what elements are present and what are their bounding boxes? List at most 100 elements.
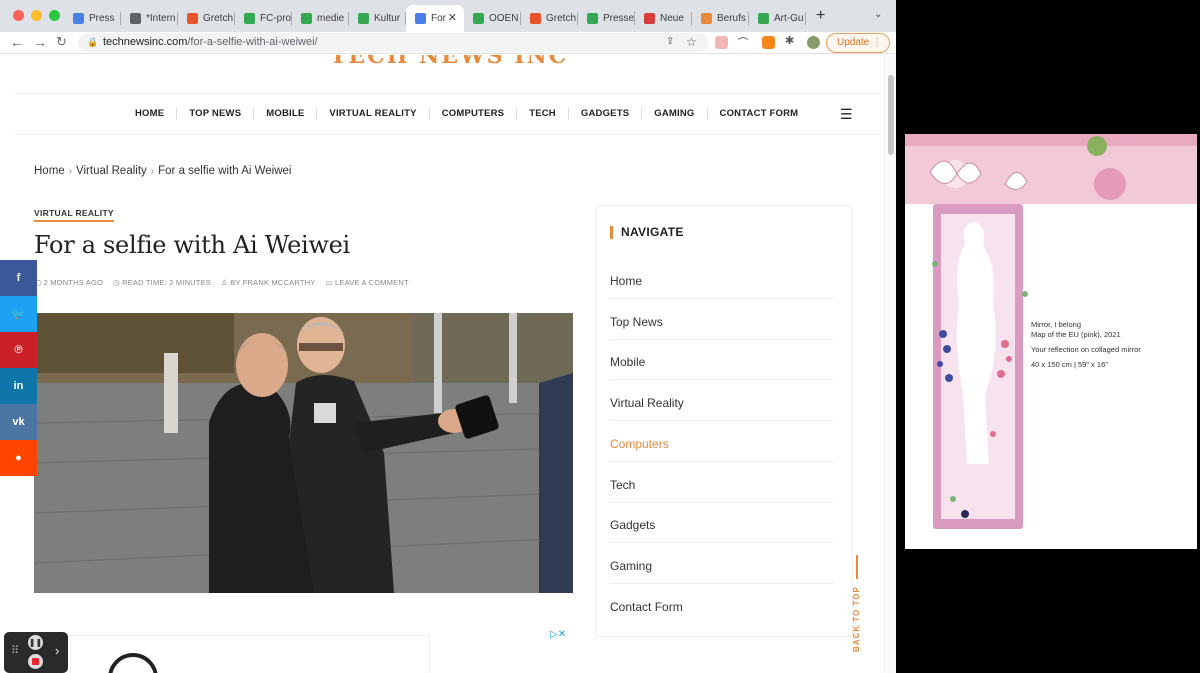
sidebar-item-home[interactable]: Home bbox=[610, 274, 834, 288]
nav-item[interactable]: HOME bbox=[123, 108, 178, 120]
sidebar-item-gaming[interactable]: Gaming bbox=[610, 559, 834, 573]
comment-icon: ▭ bbox=[325, 278, 336, 287]
featured-image bbox=[34, 313, 573, 593]
hamburger-menu-icon[interactable]: ☰ bbox=[840, 106, 853, 123]
puzzle-extensions-icon[interactable]: ✱ bbox=[785, 34, 798, 47]
selfie-photo bbox=[34, 313, 573, 593]
extension-icon[interactable] bbox=[715, 36, 728, 49]
tab-favicon-icon bbox=[358, 13, 369, 24]
browser-tab[interactable]: medie bbox=[292, 5, 349, 32]
tab-label: Berufs bbox=[717, 13, 746, 24]
extension-icon[interactable]: ⌒ bbox=[738, 34, 751, 49]
update-button[interactable]: Update ⋮ bbox=[826, 33, 890, 53]
sidebar-item-contact-form[interactable]: Contact Form bbox=[610, 600, 834, 614]
browser-tab[interactable]: Gretch bbox=[178, 5, 235, 32]
sidebar-item-top-news[interactable]: Top News bbox=[610, 315, 834, 329]
tab-label: Press bbox=[89, 13, 115, 24]
back-to-top-line bbox=[856, 555, 858, 579]
tab-search-icon[interactable]: ⌄ bbox=[874, 9, 882, 20]
nav-item[interactable]: GADGETS bbox=[569, 108, 643, 120]
back-to-top-button[interactable]: BACK TO TOP bbox=[852, 586, 861, 652]
browser-tab[interactable]: OOEN bbox=[464, 5, 521, 32]
facebook-icon[interactable]: f bbox=[0, 260, 37, 296]
browser-tab[interactable]: Art-Gu bbox=[749, 5, 806, 32]
close-window-button[interactable] bbox=[13, 10, 24, 21]
browser-tab[interactable]: Press bbox=[64, 5, 121, 32]
stop-button[interactable] bbox=[28, 654, 43, 669]
tab-label: FC-pro bbox=[260, 13, 292, 24]
tab-label: For bbox=[431, 13, 446, 24]
tab-favicon-icon bbox=[530, 13, 541, 24]
breadcrumb-category[interactable]: Virtual Reality bbox=[76, 165, 147, 177]
reload-icon[interactable]: ↻ bbox=[56, 34, 67, 50]
category-badge[interactable]: VIRTUAL REALITY bbox=[34, 208, 114, 222]
post-title: For a selfie with Ai Weiwei bbox=[34, 231, 350, 259]
breadcrumb-home[interactable]: Home bbox=[34, 165, 65, 177]
toolbar: ← → ↻ 🔒 technewsinc.com/for-a-selfie-wit… bbox=[0, 32, 896, 54]
metamask-icon[interactable] bbox=[762, 36, 775, 49]
sidebar-item-tech[interactable]: Tech bbox=[610, 478, 834, 492]
sidebar-item-gadgets[interactable]: Gadgets bbox=[610, 518, 834, 532]
close-tab-icon[interactable]: ✕ bbox=[448, 11, 457, 24]
artwork-title: Mirror, I belong bbox=[1031, 320, 1082, 329]
tab-separator bbox=[805, 12, 806, 25]
browser-tab[interactable]: Presse bbox=[578, 5, 635, 32]
page-scrollbar[interactable] bbox=[884, 55, 896, 673]
sidebar-divider bbox=[610, 460, 834, 462]
browser-tab[interactable]: Gretch bbox=[521, 5, 578, 32]
artwork-subtitle: Map of the EU (pink), 2021 bbox=[1031, 330, 1121, 339]
twitter-icon[interactable]: 🐦 bbox=[0, 296, 37, 332]
browser-tab[interactable]: Kultur bbox=[349, 5, 406, 32]
main-navigation: HOME TOP NEWS MOBILE VIRTUAL REALITY COMPUTE… bbox=[15, 93, 881, 135]
nav-item[interactable]: GAMING bbox=[642, 108, 708, 120]
tab-label: Neue bbox=[660, 13, 684, 24]
adchoices-icon[interactable]: ▷✕ bbox=[550, 629, 566, 640]
nav-item[interactable]: VIRTUAL REALITY bbox=[317, 108, 430, 120]
scrollbar-thumb[interactable] bbox=[888, 75, 894, 155]
browser-tab[interactable]: Neue bbox=[635, 5, 692, 32]
browser-tab[interactable]: Berufs bbox=[692, 5, 749, 32]
expand-chevron-icon[interactable]: › bbox=[55, 643, 59, 658]
tab-label: Art-Gu bbox=[774, 13, 804, 24]
address-bar[interactable]: 🔒 technewsinc.com/for-a-selfie-with-ai-w… bbox=[78, 33, 708, 52]
vk-icon[interactable]: vk bbox=[0, 404, 37, 440]
nav-item[interactable]: COMPUTERS bbox=[430, 108, 518, 120]
sidebar-item-virtual-reality[interactable]: Virtual Reality bbox=[610, 396, 834, 410]
browser-tab[interactable]: *Intern bbox=[121, 5, 178, 32]
linkedin-icon[interactable]: in bbox=[0, 368, 37, 404]
profile-avatar[interactable] bbox=[807, 36, 820, 49]
back-arrow-icon[interactable]: ← bbox=[10, 34, 24, 50]
share-icon[interactable]: ⇪ bbox=[666, 36, 674, 47]
pinterest-icon[interactable]: ℗ bbox=[0, 332, 37, 368]
new-tab-button[interactable]: + bbox=[816, 7, 825, 25]
forward-arrow-icon[interactable]: → bbox=[33, 34, 47, 50]
chevron-right-icon: › bbox=[150, 166, 155, 177]
nav-item[interactable]: MOBILE bbox=[254, 108, 318, 120]
user-icon: ♙ bbox=[220, 278, 231, 287]
lock-icon: 🔒 bbox=[87, 37, 99, 47]
sidebar-item-mobile[interactable]: Mobile bbox=[610, 355, 834, 369]
sidebar-divider bbox=[610, 582, 834, 584]
tab-favicon-icon bbox=[187, 13, 198, 24]
pause-button[interactable]: ❚❚ bbox=[28, 635, 43, 650]
nav-item[interactable]: TECH bbox=[517, 108, 569, 120]
tab-label: Presse bbox=[603, 13, 635, 24]
tab-favicon-icon bbox=[587, 13, 598, 24]
post-comment-link[interactable]: ▭ LEAVE A COMMENT bbox=[325, 278, 408, 287]
post-author[interactable]: ♙ BY FRANK MCCARTHY bbox=[221, 278, 315, 287]
minimize-window-button[interactable] bbox=[31, 10, 42, 21]
tab-label: medie bbox=[317, 13, 345, 24]
nav-item[interactable]: TOP NEWS bbox=[177, 108, 255, 120]
maximize-window-button[interactable] bbox=[49, 10, 60, 21]
drag-handle-icon[interactable]: ⠿ bbox=[11, 644, 19, 657]
browser-tab[interactable]: FC-pro bbox=[235, 5, 292, 32]
sidebar-item-computers[interactable]: Computers bbox=[610, 437, 834, 451]
reddit-icon[interactable]: ● bbox=[0, 440, 37, 476]
site-logo[interactable]: TECH NEWS INC bbox=[330, 55, 568, 69]
post-date[interactable]: ▢ 2 MONTHS AGO bbox=[34, 278, 103, 287]
nav-item[interactable]: CONTACT FORM bbox=[708, 108, 811, 120]
browser-tab[interactable]: For ✕ bbox=[406, 5, 464, 32]
tab-favicon-icon bbox=[73, 13, 84, 24]
artwork-size: 40 x 150 cm | 59" x 16" bbox=[1031, 360, 1108, 369]
bookmark-star-icon[interactable]: ☆ bbox=[686, 35, 697, 49]
